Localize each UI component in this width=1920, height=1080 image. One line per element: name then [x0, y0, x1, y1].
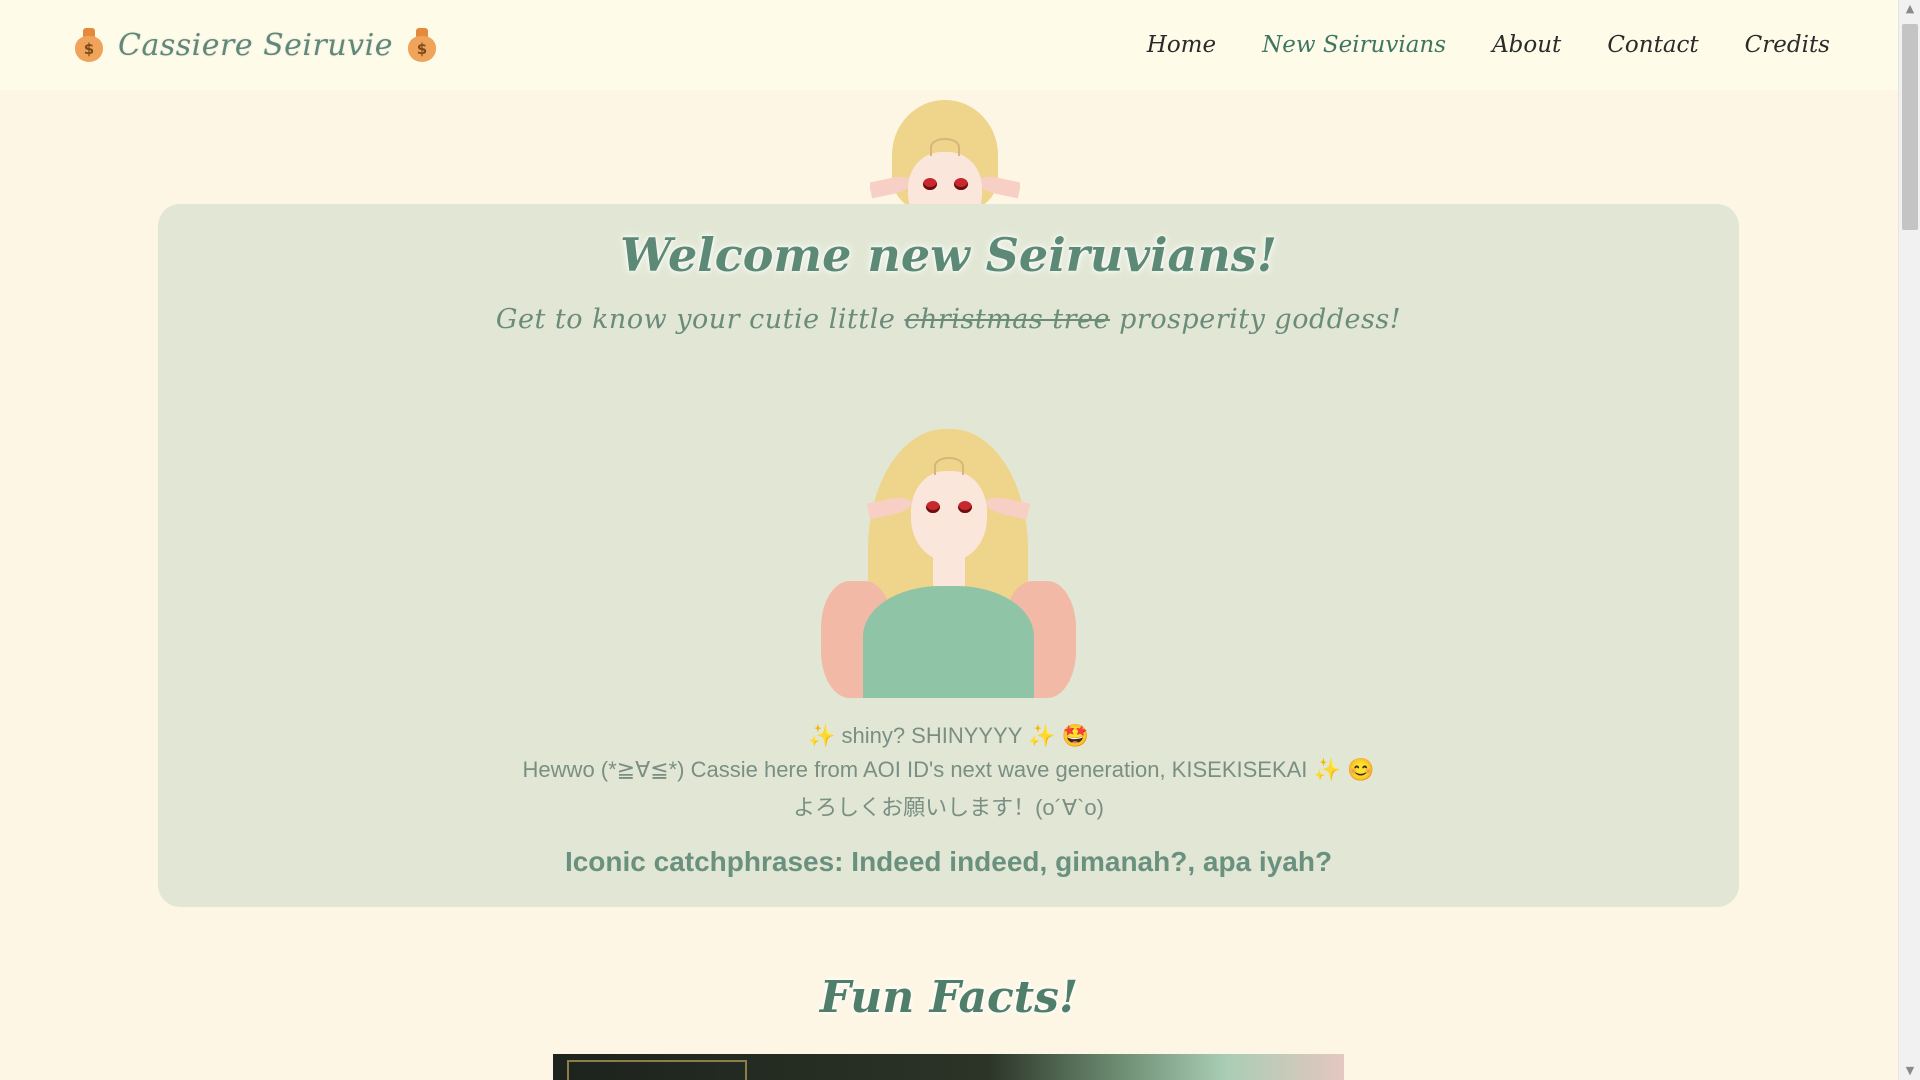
brand[interactable]: $ Cassiere Seiruvie $ [74, 28, 437, 63]
intro-line-shiny: ✨ shiny? SHINYYYY ✨ 🤩 [807, 723, 1090, 748]
brand-name: Cassiere Seiruvie [118, 27, 393, 63]
nav-home[interactable]: Home [1147, 32, 1216, 58]
money-bag-icon: $ [407, 28, 437, 62]
intro-line-hewwo: Hewwo (*≧∀≦*) Cassie here from AOI ID's … [522, 757, 1375, 782]
scroll-down-arrow-icon[interactable]: ▼ [1899, 1062, 1920, 1080]
subtitle-struck: christmas tree [904, 304, 1111, 335]
image-frame [567, 1060, 747, 1080]
fun-facts-title: Fun Facts! [819, 972, 1079, 1023]
main-nav: Home New Seiruvians About Contact Credit… [1147, 32, 1830, 58]
page-scrollbar[interactable]: ▲ ▼ [1898, 0, 1920, 1080]
fun-facts-image [553, 1054, 1344, 1080]
scroll-thumb[interactable] [1902, 24, 1918, 230]
intro-line-japanese: よろしくお願いします！(o´∀`o) [793, 795, 1104, 820]
nav-credits[interactable]: Credits [1745, 32, 1830, 58]
character-peek-image [870, 100, 1020, 204]
nav-about[interactable]: About [1492, 32, 1561, 58]
welcome-title: Welcome new Seiruvians! [620, 228, 1277, 282]
subtitle-before: Get to know your cutie little [495, 304, 896, 335]
site-header: $ Cassiere Seiruvie $ Home New Seiruvian… [0, 0, 1898, 90]
subtitle-after: prosperity goddess! [1119, 304, 1402, 335]
scroll-up-arrow-icon[interactable]: ▲ [1899, 0, 1920, 18]
character-portrait-image [813, 421, 1084, 698]
welcome-card: Welcome new Seiruvians! Get to know your… [158, 204, 1739, 907]
money-bag-icon: $ [74, 28, 104, 62]
catchphrases-heading: Iconic catchphrases: Indeed indeed, gima… [564, 846, 1333, 877]
nav-contact[interactable]: Contact [1607, 32, 1698, 58]
nav-new-seiruvians[interactable]: New Seiruvians [1262, 32, 1446, 58]
welcome-subtitle: Get to know your cutie little christmas … [158, 304, 1739, 335]
